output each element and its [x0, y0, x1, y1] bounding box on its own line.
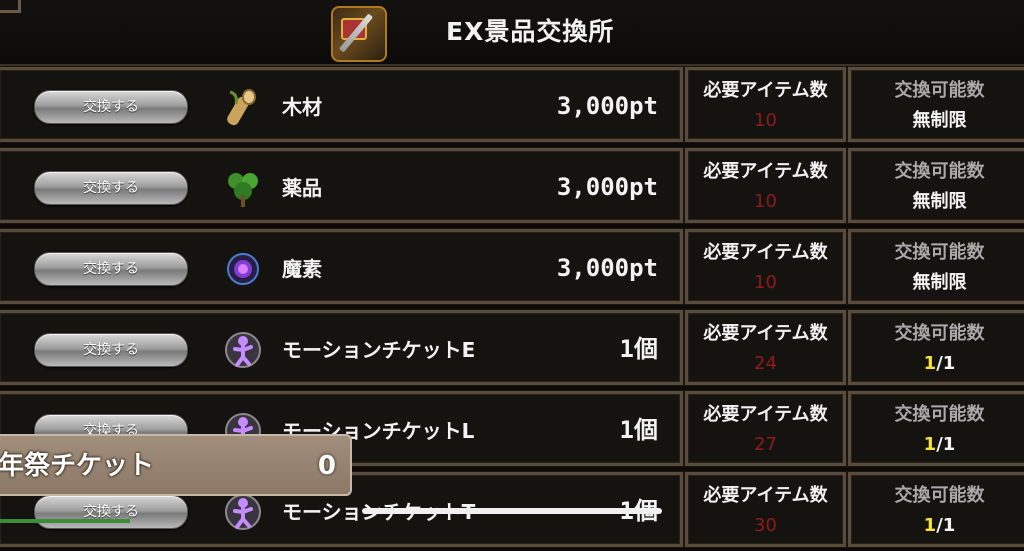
progress-bar [0, 519, 130, 523]
magic-orb-icon [227, 253, 259, 285]
limit-value: 1/1 [851, 432, 1024, 458]
required-panel: 必要アイテム数 30 [685, 472, 846, 547]
limit-current: 1 [923, 434, 937, 455]
item-panel: 交換する モーションチケットE 1個 [0, 310, 683, 385]
item-name: 魔素 [282, 257, 322, 281]
limit-text: 無制限 [912, 110, 967, 131]
limit-value: 無制限 [851, 108, 1024, 134]
limit-label: 交換可能数 [894, 161, 985, 182]
required-label: 必要アイテム数 [703, 485, 828, 506]
item-cost: 1個 [619, 416, 658, 444]
limit-label: 交換可能数 [894, 80, 985, 101]
header-bar: EX景品交換所 [0, 0, 1024, 66]
wood-icon [227, 89, 256, 126]
limit-label: 交換可能数 [894, 404, 985, 425]
item-cost: 3,000pt [556, 254, 658, 282]
required-label: 必要アイテム数 [703, 323, 828, 344]
limit-panel: 交換可能数 1/1 [848, 310, 1024, 385]
required-label: 必要アイテム数 [703, 161, 828, 182]
motion-ticket-icon [225, 494, 261, 530]
exchange-button[interactable]: 交換する [34, 171, 188, 205]
required-value: 10 [754, 191, 777, 212]
limit-value: 無制限 [851, 270, 1024, 296]
exchange-row: 交換する 魔素 3,000pt 必要アイテム数 10 交換可能数 無制限 [0, 229, 1024, 308]
limit-panel: 交換可能数 無制限 [848, 67, 1024, 142]
exchange-button[interactable]: 交換する [34, 90, 188, 124]
item-panel: 交換する 魔素 3,000pt [0, 229, 683, 304]
required-value: 24 [754, 353, 777, 374]
limit-panel: 交換可能数 1/1 [848, 391, 1024, 466]
required-panel: 必要アイテム数 10 [685, 148, 846, 223]
limit-panel: 交換可能数 無制限 [848, 148, 1024, 223]
corner-ornament [0, 0, 21, 13]
item-name: モーションチケットE [282, 338, 476, 362]
item-cost: 3,000pt [556, 173, 658, 201]
item-panel: 交換する 薬品 3,000pt [0, 148, 683, 223]
limit-max: /1 [936, 353, 956, 374]
exchange-button[interactable]: 交換する [34, 495, 188, 529]
limit-label: 交換可能数 [894, 485, 985, 506]
exchange-button[interactable]: 交換する [34, 252, 188, 286]
limit-current: 1 [923, 353, 937, 374]
page-title: EX景品交換所 [446, 17, 615, 46]
required-label: 必要アイテム数 [703, 80, 828, 101]
limit-value: 1/1 [851, 513, 1024, 539]
limit-value: 無制限 [851, 189, 1024, 215]
limit-label: 交換可能数 [894, 323, 985, 344]
limit-text: 無制限 [912, 191, 967, 212]
required-value: 10 [754, 110, 777, 131]
limit-panel: 交換可能数 1/1 [848, 472, 1024, 547]
required-label: 必要アイテム数 [703, 242, 828, 263]
exchange-row: 交換する 木材 3,000pt 必要アイテム数 10 交換可能数 無制限 [0, 67, 1024, 146]
limit-text: 無制限 [912, 272, 967, 293]
motion-ticket-icon [225, 332, 261, 368]
required-value: 10 [754, 272, 777, 293]
required-value: 27 [754, 434, 777, 455]
required-panel: 必要アイテム数 10 [685, 67, 846, 142]
required-value: 30 [754, 515, 777, 536]
ticket-value: 0 [317, 451, 336, 481]
item-cost: 3,000pt [556, 92, 658, 120]
exchange-button[interactable]: 交換する [34, 333, 188, 367]
required-label: 必要アイテム数 [703, 404, 828, 425]
item-name: 薬品 [282, 176, 322, 200]
limit-value: 1/1 [851, 351, 1024, 377]
limit-label: 交換可能数 [894, 242, 985, 263]
exchange-row: 交換する モーションチケットE 1個 必要アイテム数 24 交換可能数 1/1 [0, 310, 1024, 389]
item-panel: 交換する 木材 3,000pt [0, 67, 683, 142]
treasure-sword-icon [331, 6, 387, 62]
ticket-label: 年祭チケット [0, 451, 155, 481]
ticket-counter: 年祭チケット 0 [0, 434, 352, 496]
required-panel: 必要アイテム数 27 [685, 391, 846, 466]
exchange-row: 交換する 薬品 3,000pt 必要アイテム数 10 交換可能数 無制限 [0, 148, 1024, 227]
limit-panel: 交換可能数 無制限 [848, 229, 1024, 304]
required-panel: 必要アイテム数 10 [685, 229, 846, 304]
item-cost: 1個 [619, 335, 658, 363]
home-indicator[interactable] [362, 508, 662, 514]
limit-max: /1 [936, 434, 956, 455]
item-name: 木材 [282, 95, 322, 119]
required-panel: 必要アイテム数 24 [685, 310, 846, 385]
herb-icon [228, 173, 258, 207]
